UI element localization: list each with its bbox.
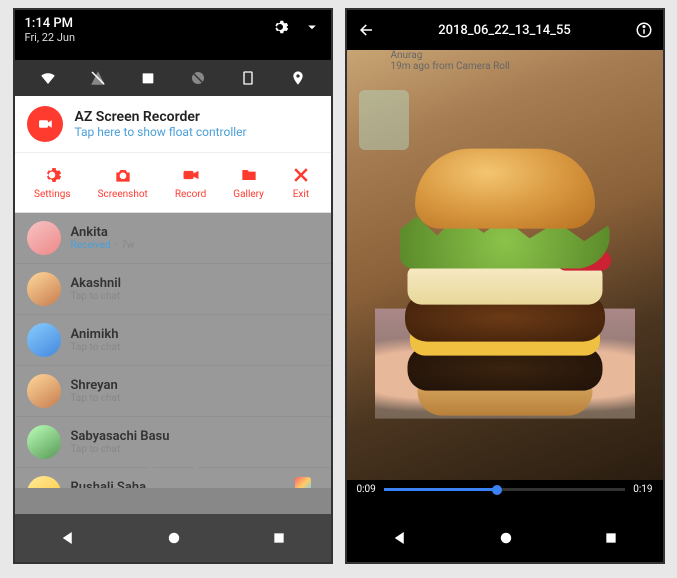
android-nav-bar: [15, 514, 331, 562]
dnd-icon[interactable]: [188, 68, 208, 88]
chat-name: Shreyan: [71, 378, 121, 393]
back-button[interactable]: [59, 529, 77, 547]
progress-bar[interactable]: 0:09 0:19: [347, 480, 663, 499]
time-elapsed: 0:09: [357, 484, 376, 495]
location-icon[interactable]: [288, 68, 308, 88]
az-title: AZ Screen Recorder: [75, 109, 247, 125]
snap-metadata: Anurag 19m ago from Camera Roll: [391, 50, 510, 72]
avatar: [27, 323, 61, 357]
notification-shade-header: 1:14 PM Fri, 22 Jun: [15, 10, 331, 60]
calendar-icon[interactable]: [138, 68, 158, 88]
avatar: [27, 221, 61, 255]
seek-track[interactable]: [384, 488, 625, 491]
settings-icon[interactable]: [271, 18, 289, 36]
recents-button[interactable]: [271, 530, 287, 546]
chat-row[interactable]: Ankita Received · 7w: [15, 213, 331, 264]
chat-name: Sabyasachi Basu: [71, 429, 170, 444]
video-header: 2018_06_22_13_14_55: [347, 10, 663, 50]
az-subtitle: Tap here to show float controller: [75, 125, 247, 139]
phone-left: 1:14 PM Fri, 22 Jun AZ Screen Recorder T…: [13, 8, 333, 564]
video-title: 2018_06_22_13_14_55: [385, 23, 625, 38]
phone-right: 2018_06_22_13_14_55 Anurag 19m ago from …: [345, 8, 665, 564]
az-gallery-button[interactable]: Gallery: [233, 165, 264, 200]
az-exit-button[interactable]: Exit: [291, 165, 311, 200]
cellular-off-icon[interactable]: [88, 68, 108, 88]
info-icon[interactable]: [635, 21, 653, 39]
az-notification[interactable]: AZ Screen Recorder Tap here to show floa…: [15, 96, 331, 153]
chat-name: Animikh: [71, 327, 121, 342]
wifi-icon[interactable]: [38, 68, 58, 88]
chat-row[interactable]: Akashnil Tap to chat: [15, 264, 331, 315]
recents-button[interactable]: [603, 530, 619, 546]
expand-icon[interactable]: [303, 18, 321, 36]
az-record-button[interactable]: Record: [175, 165, 206, 200]
bottom-bar: [15, 488, 331, 514]
az-app-icon: [27, 106, 63, 142]
avatar: [27, 272, 61, 306]
chat-row[interactable]: Animikh Tap to chat: [15, 315, 331, 366]
avatar: [27, 374, 61, 408]
burger-image: [375, 99, 635, 419]
az-screenshot-button[interactable]: Screenshot: [98, 165, 148, 200]
android-nav-bar: [347, 514, 663, 562]
portrait-icon[interactable]: [238, 68, 258, 88]
az-action-row: Settings Screenshot Record Gallery Exit: [15, 153, 331, 213]
chat-name: Akashnil: [71, 276, 121, 291]
chat-name: Ankita: [71, 225, 135, 240]
home-button[interactable]: [165, 529, 183, 547]
az-settings-button[interactable]: Settings: [34, 165, 71, 200]
video-frame[interactable]: [347, 50, 663, 480]
seek-thumb[interactable]: [492, 485, 502, 495]
back-button[interactable]: [391, 529, 409, 547]
avatar: [27, 425, 61, 459]
chat-row[interactable]: Shreyan Tap to chat: [15, 366, 331, 417]
back-icon[interactable]: [357, 21, 375, 39]
jar-prop: [359, 90, 409, 150]
time-total: 0:19: [633, 484, 652, 495]
quick-settings-row: [15, 60, 331, 96]
home-button[interactable]: [497, 529, 515, 547]
chat-list: Ankita Received · 7w Akashnil Tap to cha…: [15, 213, 331, 521]
